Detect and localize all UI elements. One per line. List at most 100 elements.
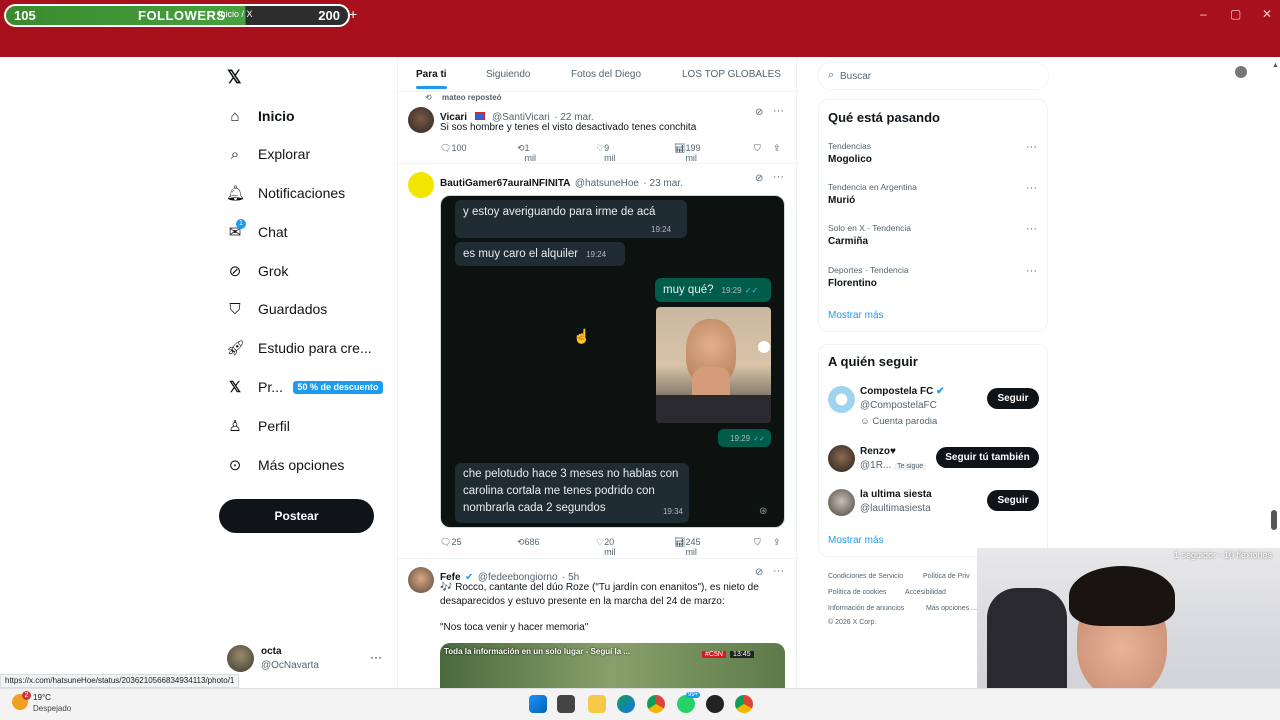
post-more-icon[interactable]: ···: [773, 565, 784, 577]
avatar[interactable]: [828, 489, 855, 516]
trend-item[interactable]: Murió: [828, 195, 855, 206]
file-explorer-icon[interactable]: [588, 695, 606, 713]
views-button[interactable]: 📊︎ 199 mil: [674, 143, 700, 163]
browser-tab-title[interactable]: Inicio / X: [218, 9, 253, 19]
media-icon[interactable]: ≡: [1211, 65, 1218, 79]
nav-item-premium[interactable]: 𝕏 Pr...: [226, 374, 283, 400]
like-button[interactable]: ♡ 9 mil: [596, 143, 616, 163]
trend-item[interactable]: Florentino: [828, 278, 877, 289]
avatar[interactable]: [828, 445, 855, 472]
avatar[interactable]: [227, 645, 254, 672]
follow-button[interactable]: Seguir: [987, 388, 1039, 409]
trend-more-icon[interactable]: ···: [1026, 265, 1037, 277]
start-icon[interactable]: [529, 695, 547, 713]
trend-item[interactable]: Carmiña: [828, 236, 868, 247]
nav-item-perfil[interactable]: ♙ Perfil: [226, 413, 290, 439]
trend-item[interactable]: Mogolico: [828, 154, 872, 165]
reply-button[interactable]: 🗨︎ 100: [440, 143, 466, 154]
premium-discount-badge[interactable]: 50 % de descuento: [293, 381, 383, 394]
tab-fotos-del-diego[interactable]: Fotos del Diego: [571, 69, 641, 80]
nav-item-inicio[interactable]: ⌂ Inicio: [226, 103, 294, 129]
back-icon[interactable]: ←: [7, 65, 23, 79]
follow-back-button[interactable]: Seguir tú también: [936, 447, 1039, 468]
chrome-icon[interactable]: [647, 695, 665, 713]
trend-more-icon[interactable]: ···: [1026, 141, 1037, 153]
scrollbar-thumb[interactable]: [1271, 510, 1277, 530]
footer-link[interactable]: Información de anuncios: [828, 605, 904, 612]
post-author-handle[interactable]: @hatsuneHoe: [575, 178, 639, 189]
repost-count: 1 mil: [524, 143, 537, 163]
post-button[interactable]: Postear: [219, 499, 374, 533]
cast-icon[interactable]: ▭: [1120, 65, 1131, 79]
nav-item-explorar[interactable]: ⌕ Explorar: [226, 141, 310, 167]
who-show-more-link[interactable]: Mostrar más: [828, 535, 884, 546]
grok-icon[interactable]: ⊘: [755, 173, 763, 184]
share-icon[interactable]: ⇪: [773, 537, 781, 548]
trend-more-icon[interactable]: ···: [1026, 223, 1037, 235]
grok-icon[interactable]: ⊘: [755, 107, 763, 118]
follow-suggestion-name[interactable]: Compostela FC ✔: [860, 386, 945, 397]
follow-suggestion-name[interactable]: la ultima siesta: [860, 489, 932, 500]
search-input[interactable]: ⌕ Buscar: [817, 62, 1049, 90]
share-icon[interactable]: ⇪: [773, 143, 781, 154]
bookmark-icon[interactable]: ⛉: [754, 143, 761, 154]
avatar[interactable]: [408, 567, 434, 593]
nav-item-estudio[interactable]: 🚀︎ Estudio para cre...: [226, 335, 372, 361]
reload-icon[interactable]: ↻: [54, 65, 70, 79]
repost-button[interactable]: ⟲ 1 mil: [517, 143, 536, 163]
forward-icon[interactable]: →: [30, 65, 46, 79]
scroll-up-icon[interactable]: ▲: [1272, 62, 1279, 69]
footer-link[interactable]: Política de cookies: [828, 589, 886, 596]
post-media-video[interactable]: Toda la información en un solo lugar - S…: [440, 643, 785, 688]
new-tab-icon[interactable]: +: [349, 6, 357, 22]
bookmark-icon[interactable]: ⛉: [754, 537, 761, 548]
nav-item-notificaciones[interactable]: 🔔︎ Notificaciones: [226, 180, 345, 206]
taskbar: [0, 688, 1280, 720]
post-more-icon[interactable]: ···: [773, 171, 784, 183]
obs-icon[interactable]: [706, 695, 724, 713]
follow-button[interactable]: Seguir: [987, 490, 1039, 511]
nav-item-grok[interactable]: ⊘ Grok: [226, 258, 289, 284]
reply-button[interactable]: 🗨︎ 25: [440, 537, 461, 548]
footer-link[interactable]: Política de Priv: [923, 573, 970, 580]
footer-link[interactable]: Accesibilidad: [905, 589, 946, 596]
edge-icon[interactable]: [617, 695, 635, 713]
trend-more-icon[interactable]: ···: [1026, 182, 1037, 194]
x-logo-icon[interactable]: 𝕏: [227, 67, 242, 88]
close-icon[interactable]: ✕: [1262, 7, 1272, 21]
repost-button[interactable]: ⟲ 686: [517, 537, 540, 548]
post-author-name[interactable]: BautiGamer67auraINFINITA: [440, 178, 570, 189]
post-date[interactable]: · 23 mar.: [643, 178, 682, 189]
footer-link[interactable]: Condiciones de Servicio: [828, 573, 903, 580]
task-view-icon[interactable]: [557, 695, 575, 713]
profile-more-icon[interactable]: ···: [370, 650, 382, 664]
tab-siguiendo[interactable]: Siguiendo: [486, 69, 530, 80]
profile-avatar-icon[interactable]: [1235, 66, 1247, 78]
maximize-icon[interactable]: ▢: [1230, 7, 1241, 21]
site-info-icon[interactable]: ⚙: [83, 65, 99, 76]
url-field[interactable]: x.com/home: [104, 67, 158, 78]
views-button[interactable]: 📊︎ 245 mil: [674, 537, 700, 557]
extensions-icon[interactable]: ⧉: [1176, 65, 1185, 80]
follow-suggestion-name[interactable]: Renzo♥: [860, 446, 896, 457]
nav-item-guardados[interactable]: ⛉ Guardados: [226, 296, 327, 322]
star-icon[interactable]: ☆: [1142, 65, 1153, 79]
nav-label: Estudio para cre...: [258, 340, 372, 356]
footer-link[interactable]: Más opciones ...: [926, 605, 977, 612]
grok-icon[interactable]: ⊘: [755, 567, 763, 578]
avatar[interactable]: [828, 386, 855, 413]
trends-show-more-link[interactable]: Mostrar más: [828, 310, 884, 321]
tab-los-top-globales[interactable]: LOS TOP GLOBALES: [682, 69, 781, 80]
chrome-profile-icon[interactable]: [735, 695, 753, 713]
avatar[interactable]: [408, 107, 434, 133]
nav-item-chat[interactable]: ✉ 1 Chat: [226, 219, 288, 245]
nav-item-mas-opciones[interactable]: ⊙ Más opciones: [226, 452, 345, 478]
weather-temp[interactable]: 19°C: [33, 693, 51, 702]
post-more-icon[interactable]: ···: [773, 105, 784, 117]
post-media-chat-screenshot[interactable]: y estoy averiguando para irme de acá 19:…: [440, 195, 785, 528]
tab-para-ti[interactable]: Para ti: [416, 69, 447, 89]
profile-name[interactable]: octa: [261, 646, 282, 657]
minimize-icon[interactable]: –: [1200, 7, 1207, 21]
like-button[interactable]: ♡ 20 mil: [596, 537, 616, 557]
avatar[interactable]: [408, 172, 434, 198]
